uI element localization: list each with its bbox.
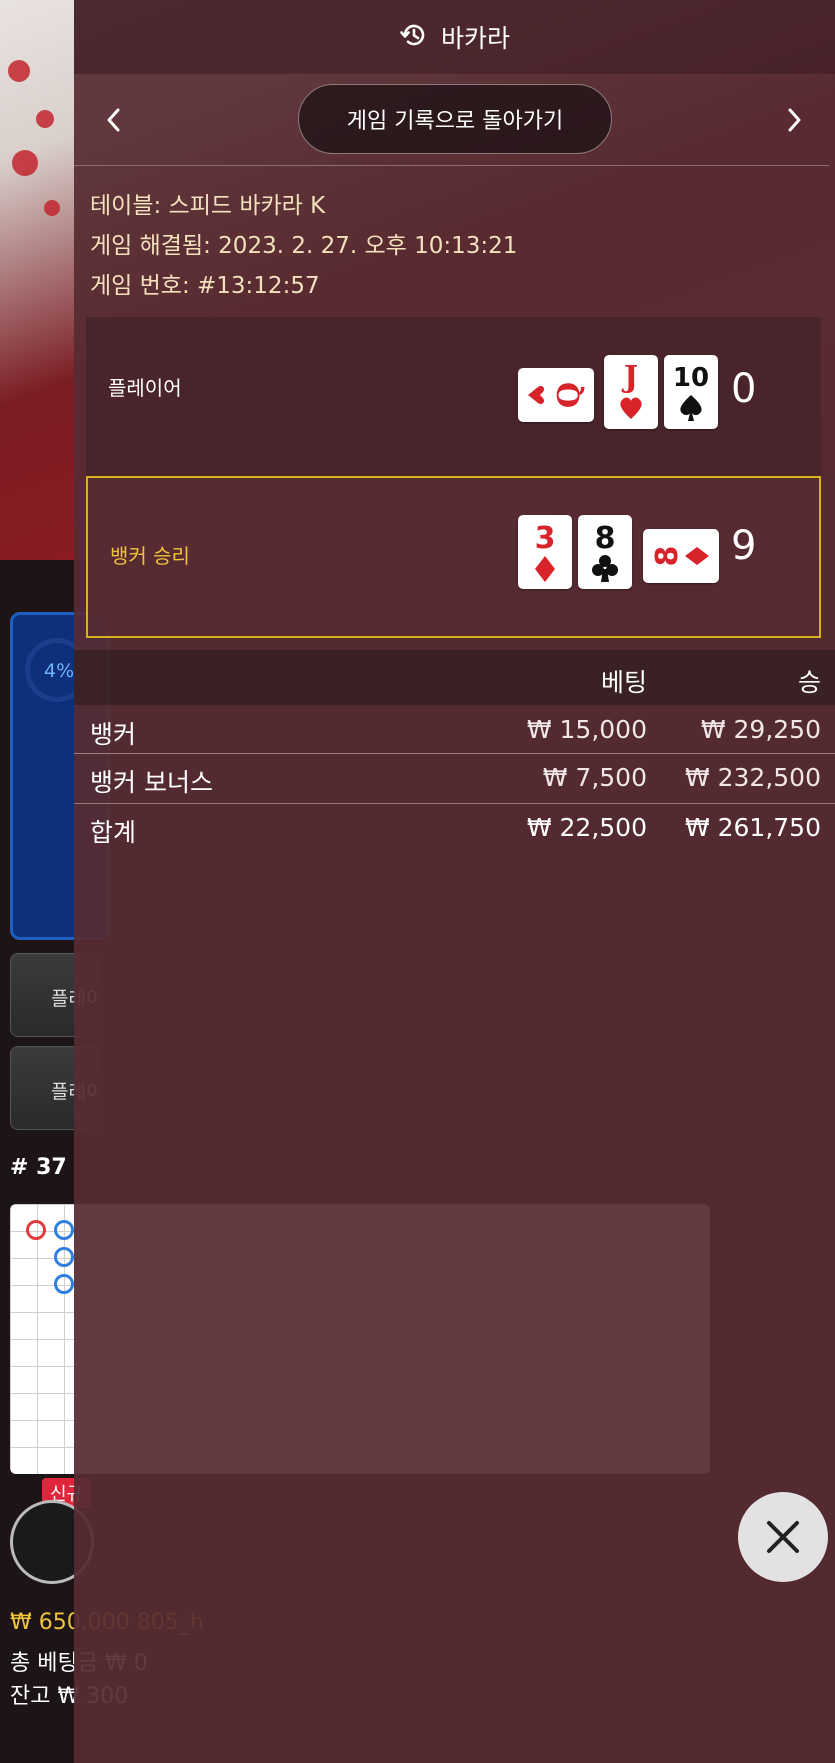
total-win-amount: ₩ 261,750: [684, 813, 821, 842]
player-hand-label: 플레이어: [108, 376, 182, 400]
svg-text:10: 10: [673, 363, 709, 393]
player-hand-row: 플레이어 Q J 10 0: [86, 317, 821, 477]
road-banker-dot: [26, 1220, 46, 1240]
bets-table-row: 뱅커 보너스 ₩ 7,500 ₩ 232,500: [74, 755, 835, 803]
road-player-dot: [54, 1274, 74, 1294]
bet-name: 뱅커: [90, 720, 137, 749]
bet-column-header: 베팅: [600, 668, 647, 697]
win-amount: ₩ 232,500: [684, 763, 821, 792]
table-name: 테이블: 스피드 바카라 K: [90, 193, 326, 219]
card-three-of-diamonds: 3: [518, 515, 572, 589]
svg-text:8: 8: [595, 521, 616, 556]
bets-table-row: 뱅커 ₩ 15,000 ₩ 29,250: [74, 705, 835, 753]
blossom-decoration: [36, 110, 54, 128]
banker-hand-row: 뱅커 승리 3 8 8 9: [86, 476, 821, 638]
close-icon: [767, 1521, 799, 1553]
svg-text:3: 3: [535, 521, 556, 556]
card-eight-of-clubs: 8: [578, 515, 632, 589]
bet-amount: ₩ 7,500: [542, 763, 647, 792]
bets-table-header: 베팅 승: [74, 650, 835, 705]
road-player-dot: [54, 1220, 74, 1240]
svg-text:8: 8: [650, 546, 685, 567]
game-number: 게임 번호: #13:12:57: [90, 273, 320, 299]
close-button[interactable]: [738, 1492, 828, 1582]
back-to-history-button[interactable]: 게임 기록으로 돌아가기: [298, 84, 612, 154]
panel-header: 바카라: [74, 0, 835, 74]
svg-text:J: J: [621, 360, 638, 395]
total-bet-amount: ₩ 22,500: [526, 813, 647, 842]
blossom-decoration: [44, 200, 60, 216]
blossom-decoration: [12, 150, 38, 176]
blossom-decoration: [8, 60, 30, 82]
svg-text:Q: Q: [552, 382, 587, 408]
bet-amount: ₩ 15,000: [526, 715, 647, 744]
player-score: 0: [731, 366, 757, 412]
next-game-button[interactable]: [774, 100, 814, 140]
banker-score: 9: [731, 523, 757, 569]
history-icon: [399, 20, 429, 54]
card-queen-of-hearts: Q: [518, 368, 594, 422]
chevron-left-icon: [107, 108, 120, 132]
road-player-dot: [54, 1247, 74, 1267]
win-column-header: 승: [797, 668, 821, 697]
game-history-detail-panel: 바카라 게임 기록으로 돌아가기 테이블: 스피드 바카라 K 게임 해결됨: …: [74, 0, 835, 1763]
card-eight-of-diamonds: 8: [643, 529, 719, 583]
row-divider: [74, 803, 835, 804]
banker-win-label: 뱅커 승리: [110, 544, 190, 568]
prev-game-button[interactable]: [94, 100, 134, 140]
bet-name: 뱅커 보너스: [90, 768, 213, 797]
bets-total-row: 합계 ₩ 22,500 ₩ 261,750: [74, 805, 835, 853]
round-number: # 37: [10, 1155, 67, 1180]
chevron-right-icon: [788, 108, 801, 132]
total-label: 합계: [90, 818, 137, 847]
divider: [74, 165, 829, 166]
win-amount: ₩ 29,250: [700, 715, 821, 744]
countdown-percent: 4%: [44, 660, 75, 682]
game-resolved-time: 게임 해결됨: 2023. 2. 27. 오후 10:13:21: [90, 233, 518, 259]
row-divider: [74, 753, 835, 754]
card-ten-of-spades: 10: [664, 355, 718, 429]
card-jack-of-hearts: J: [604, 355, 658, 429]
panel-title: 바카라: [440, 24, 510, 53]
